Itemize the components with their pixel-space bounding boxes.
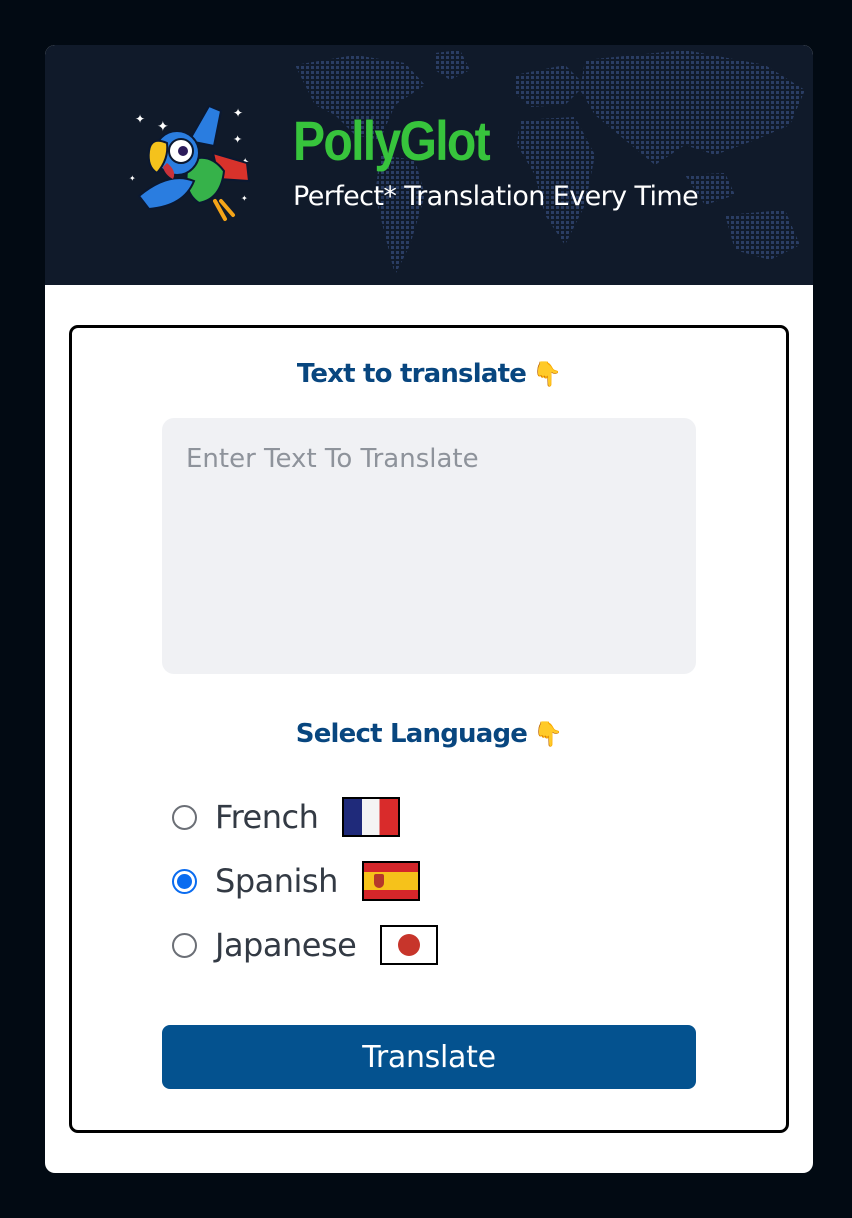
japanese-radio[interactable] [172,932,197,958]
language-option-french[interactable]: French [172,792,401,842]
select-language-heading-label: Select Language [295,719,528,749]
spanish-radio[interactable] [172,868,197,894]
japanese-label[interactable]: Japanese [215,926,357,964]
svg-text:✦: ✦ [129,174,136,183]
spanish-label[interactable]: Spanish [215,862,338,900]
select-language-heading: Select Language 👇 [72,716,786,752]
spain-coat-of-arms [373,874,384,888]
french-radio[interactable] [172,804,197,830]
translate-button[interactable]: Translate [162,1025,696,1089]
language-option-japanese[interactable]: Japanese [172,920,439,970]
svg-text:✦: ✦ [233,106,243,120]
pointing-down-hand-icon: 👇 [532,360,562,388]
header-banner: ✦ ✦ ✦ ✦ ✦ ✦ ✦ PollyGlot Perfect* Transla… [45,45,813,285]
language-option-spanish[interactable]: Spanish [172,856,420,906]
svg-text:✦: ✦ [135,112,145,126]
text-to-translate-heading: Text to translate 👇 [72,356,786,392]
text-to-translate-input[interactable] [162,418,696,674]
app-subtitle: Perfect* Translation Every Time [293,181,699,212]
svg-text:✦: ✦ [233,133,242,146]
spain-flag-icon [361,861,420,901]
pointing-down-hand-icon: 👇 [533,720,563,748]
france-flag-icon [342,797,401,837]
app-title: PollyGlot [293,109,491,172]
japan-flag-icon [380,925,439,965]
japan-flag-sun [398,934,421,956]
svg-text:✦: ✦ [241,194,248,203]
translation-form: Text to translate👇 Select Language👇 Fren… [69,325,789,1133]
french-label[interactable]: French [215,798,319,836]
app-container: ✦ ✦ ✦ ✦ ✦ ✦ ✦ PollyGlot Perfect* Transla… [45,45,813,1173]
text-to-translate-heading-label: Text to translate [296,359,527,389]
parrot-icon: ✦ ✦ ✦ ✦ ✦ ✦ ✦ [129,104,251,221]
